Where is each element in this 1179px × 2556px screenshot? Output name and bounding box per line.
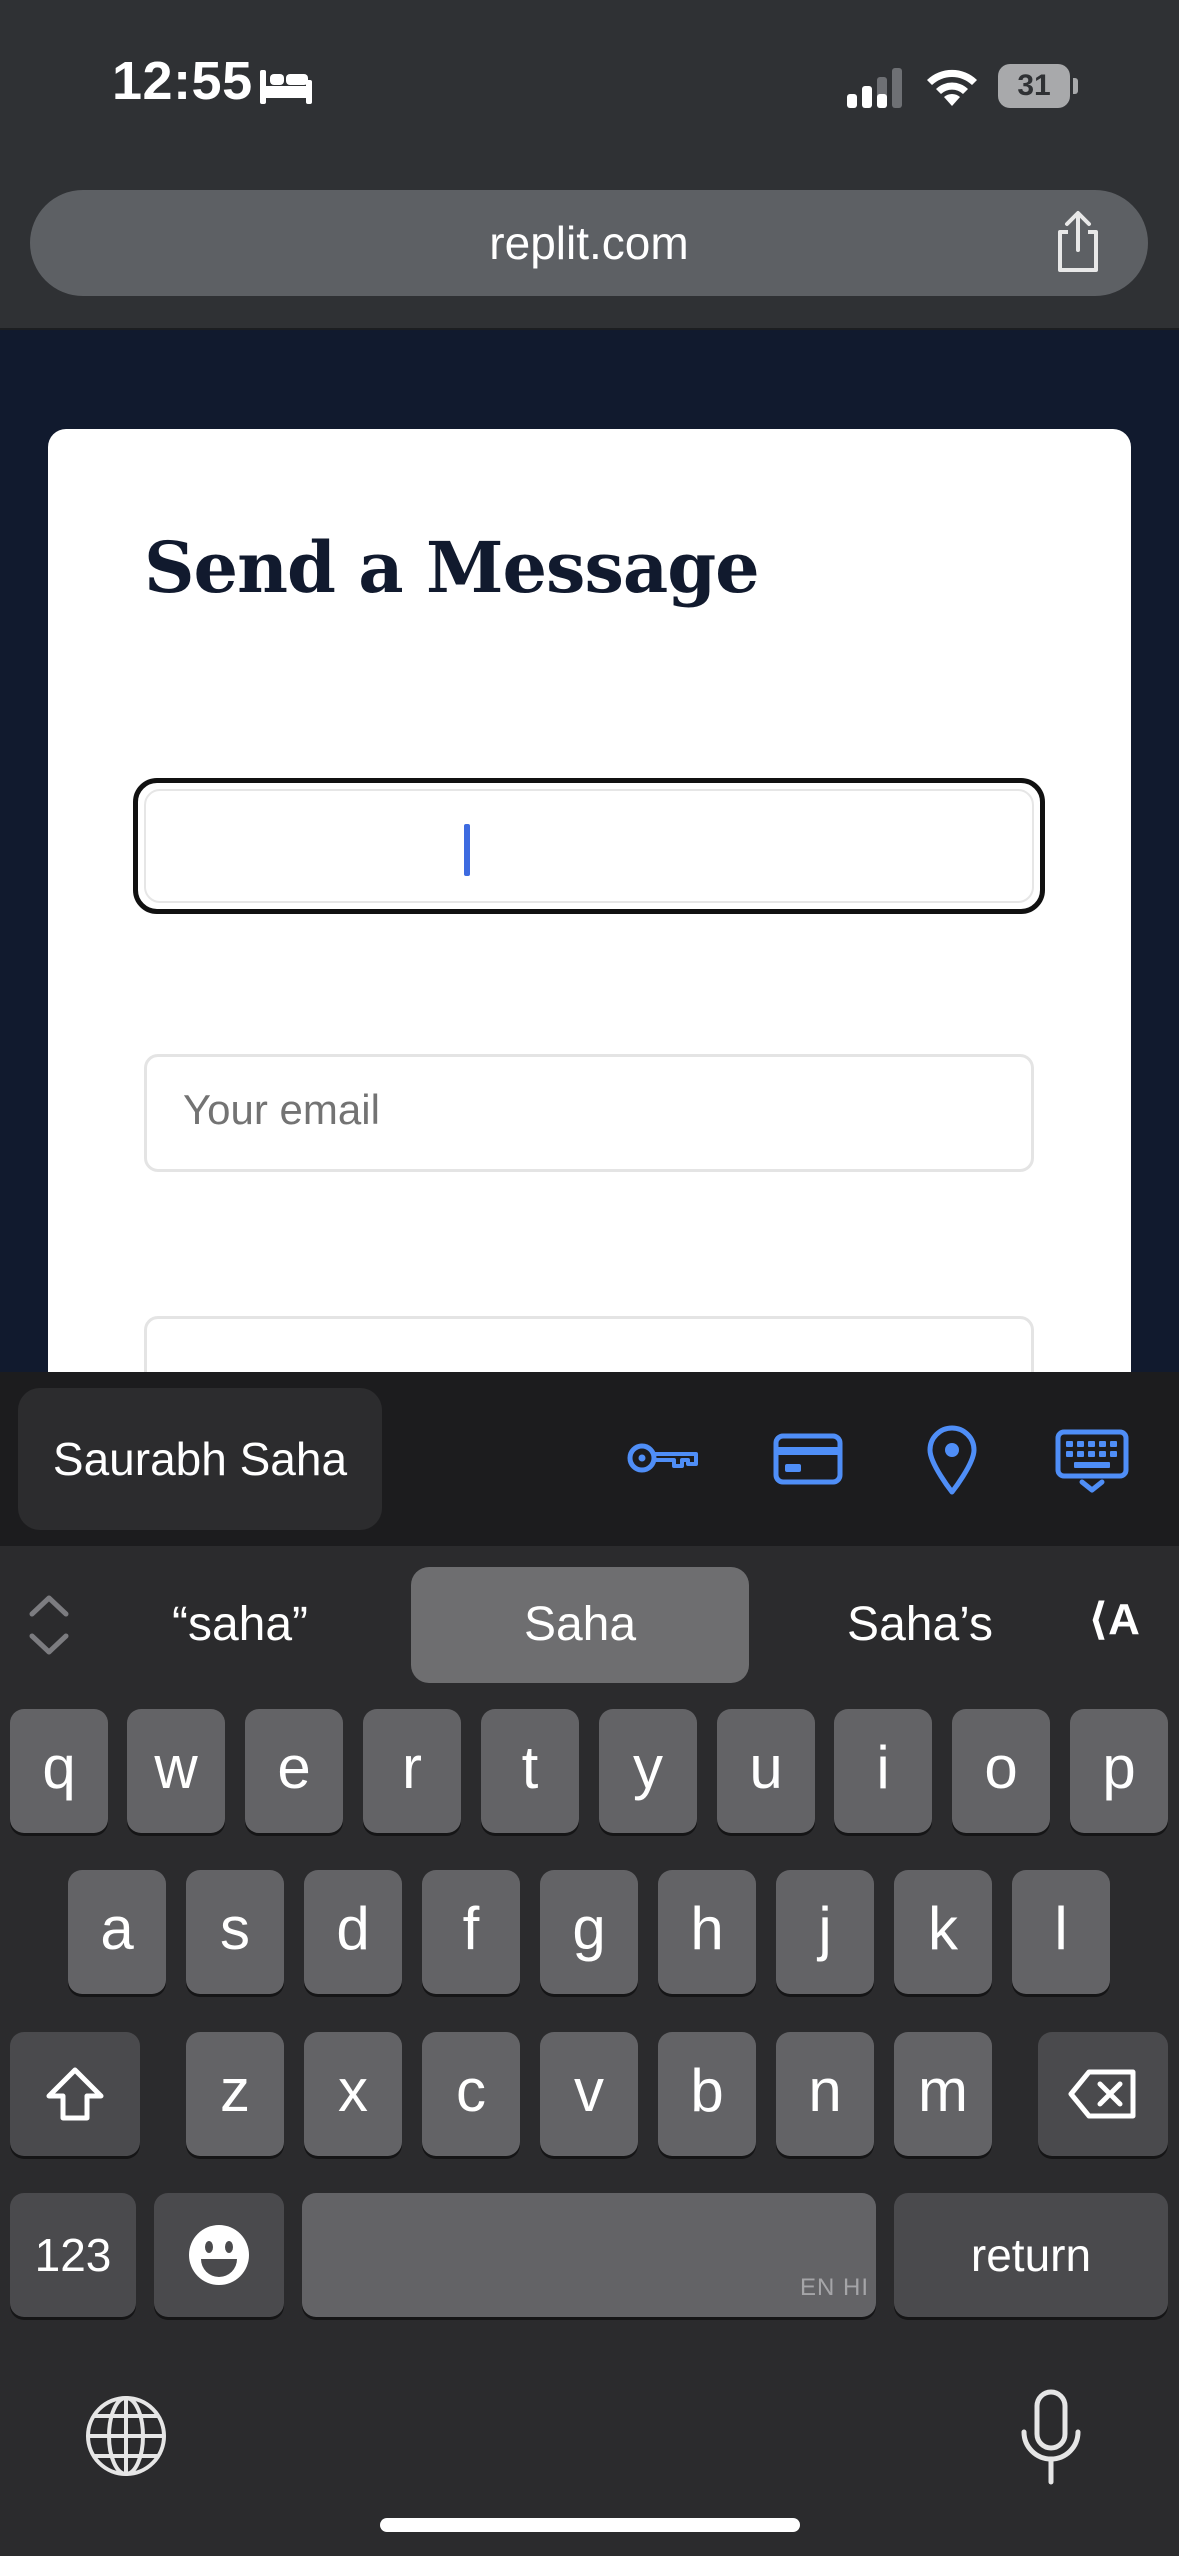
keyboard-dismiss-icon[interactable] bbox=[1054, 1420, 1130, 1496]
key-n[interactable]: n bbox=[776, 2032, 874, 2156]
key-c[interactable]: c bbox=[422, 2032, 520, 2156]
key-i[interactable]: i bbox=[834, 1709, 932, 1833]
key-e[interactable]: e bbox=[245, 1709, 343, 1833]
credit-card-icon[interactable] bbox=[770, 1420, 846, 1496]
share-icon[interactable] bbox=[1050, 210, 1106, 274]
backspace-icon bbox=[1068, 2069, 1136, 2119]
key-r[interactable]: r bbox=[363, 1709, 461, 1833]
key-f[interactable]: f bbox=[422, 1870, 520, 1994]
url-text[interactable]: replit.com bbox=[30, 190, 1148, 296]
key-q[interactable]: q bbox=[10, 1709, 108, 1833]
key-p[interactable]: p bbox=[1070, 1709, 1168, 1833]
key-s[interactable]: s bbox=[186, 1870, 284, 1994]
location-pin-icon[interactable] bbox=[914, 1420, 990, 1496]
wifi-icon bbox=[927, 69, 977, 106]
key-l[interactable]: l bbox=[1012, 1870, 1110, 1994]
status-time: 12:55 bbox=[112, 51, 253, 111]
microphone-icon[interactable] bbox=[1018, 2388, 1084, 2488]
space-key[interactable] bbox=[302, 2193, 876, 2317]
key-w[interactable]: w bbox=[127, 1709, 225, 1833]
key-v[interactable]: v bbox=[540, 2032, 638, 2156]
key-y[interactable]: y bbox=[599, 1709, 697, 1833]
shift-key[interactable] bbox=[10, 2032, 140, 2156]
key-b[interactable]: b bbox=[658, 2032, 756, 2156]
battery-percentage: 31 bbox=[1017, 69, 1051, 102]
shift-icon bbox=[46, 2067, 104, 2121]
globe-icon[interactable] bbox=[84, 2394, 168, 2478]
emoji-icon bbox=[189, 2225, 249, 2285]
bed-icon bbox=[260, 70, 312, 104]
key-m[interactable]: m bbox=[894, 2032, 992, 2156]
numbers-key[interactable]: 123 bbox=[10, 2193, 136, 2317]
prediction-3[interactable]: Saha’s bbox=[780, 1568, 1060, 1682]
key-k[interactable]: k bbox=[894, 1870, 992, 1994]
emoji-key[interactable] bbox=[154, 2193, 284, 2317]
key-icon[interactable] bbox=[624, 1420, 700, 1496]
key-z[interactable]: z bbox=[186, 2032, 284, 2156]
key-o[interactable]: o bbox=[952, 1709, 1050, 1833]
key-h[interactable]: h bbox=[658, 1870, 756, 1994]
key-j[interactable]: j bbox=[776, 1870, 874, 1994]
backspace-key[interactable] bbox=[1038, 2032, 1168, 2156]
text-format-icon[interactable]: ⟨A bbox=[1088, 1594, 1152, 1654]
autofill-name-suggestion[interactable]: Saurabh Saha bbox=[18, 1388, 382, 1530]
return-key[interactable]: return bbox=[894, 2193, 1168, 2317]
chevron-updown-icon[interactable] bbox=[24, 1590, 74, 1660]
text-cursor bbox=[464, 824, 470, 876]
prediction-2[interactable]: Saha bbox=[411, 1568, 749, 1682]
key-t[interactable]: t bbox=[481, 1709, 579, 1833]
key-d[interactable]: d bbox=[304, 1870, 402, 1994]
space-language-label: EN HI bbox=[800, 2274, 870, 2301]
form-title: Send a Message bbox=[144, 526, 760, 609]
key-g[interactable]: g bbox=[540, 1870, 638, 1994]
key-u[interactable]: u bbox=[717, 1709, 815, 1833]
home-indicator bbox=[380, 2518, 800, 2532]
key-x[interactable]: x bbox=[304, 2032, 402, 2156]
name-input[interactable] bbox=[133, 778, 1045, 914]
signal-icon bbox=[847, 68, 902, 108]
email-placeholder: Your email bbox=[183, 1086, 380, 1133]
battery-icon: 31 bbox=[998, 64, 1078, 108]
prediction-1[interactable]: “saha” bbox=[100, 1568, 380, 1682]
key-a[interactable]: a bbox=[68, 1870, 166, 1994]
